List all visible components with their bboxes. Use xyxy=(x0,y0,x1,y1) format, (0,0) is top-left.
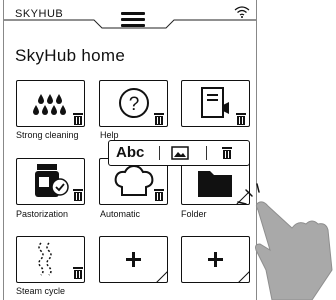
menu-icon[interactable] xyxy=(121,12,145,27)
page-title: SkyHub home xyxy=(15,46,126,65)
toolbar-divider xyxy=(159,146,160,160)
tile-label-steam-cycle: Steam cycle xyxy=(16,286,66,296)
delete-icon[interactable] xyxy=(221,146,233,160)
image-icon[interactable] xyxy=(171,146,189,160)
tile-label-strong-cleaning: Strong cleaning xyxy=(16,130,79,140)
trash-icon[interactable] xyxy=(153,188,165,202)
tile-label-pastorization: Pastorization xyxy=(16,209,69,219)
trash-icon[interactable] xyxy=(72,266,84,280)
status-bar: SKYHUB xyxy=(4,0,256,30)
tile-corner xyxy=(156,271,168,283)
pointing-hand-icon xyxy=(237,183,333,300)
app-name: SKYHUB xyxy=(15,8,64,20)
rename-button[interactable]: Abc xyxy=(116,144,144,161)
device-screen: SKYHUB SkyHub home Strong cleaning ? Hel… xyxy=(0,0,260,300)
wifi-icon xyxy=(234,6,250,18)
tile-label-folder: Folder xyxy=(181,209,207,219)
trash-icon[interactable] xyxy=(235,112,247,126)
tile-edit-toolbar: Abc xyxy=(108,140,250,166)
tile-label-automatic: Automatic xyxy=(100,209,141,219)
trash-icon[interactable] xyxy=(72,112,84,126)
trash-icon[interactable] xyxy=(153,112,165,126)
screen-edge-left xyxy=(3,0,4,300)
add-tile-button[interactable] xyxy=(99,236,168,283)
toolbar-divider xyxy=(206,146,207,160)
tile-label-help: Help xyxy=(100,130,119,140)
trash-icon[interactable] xyxy=(72,188,84,202)
svg-text:?: ? xyxy=(129,94,140,115)
